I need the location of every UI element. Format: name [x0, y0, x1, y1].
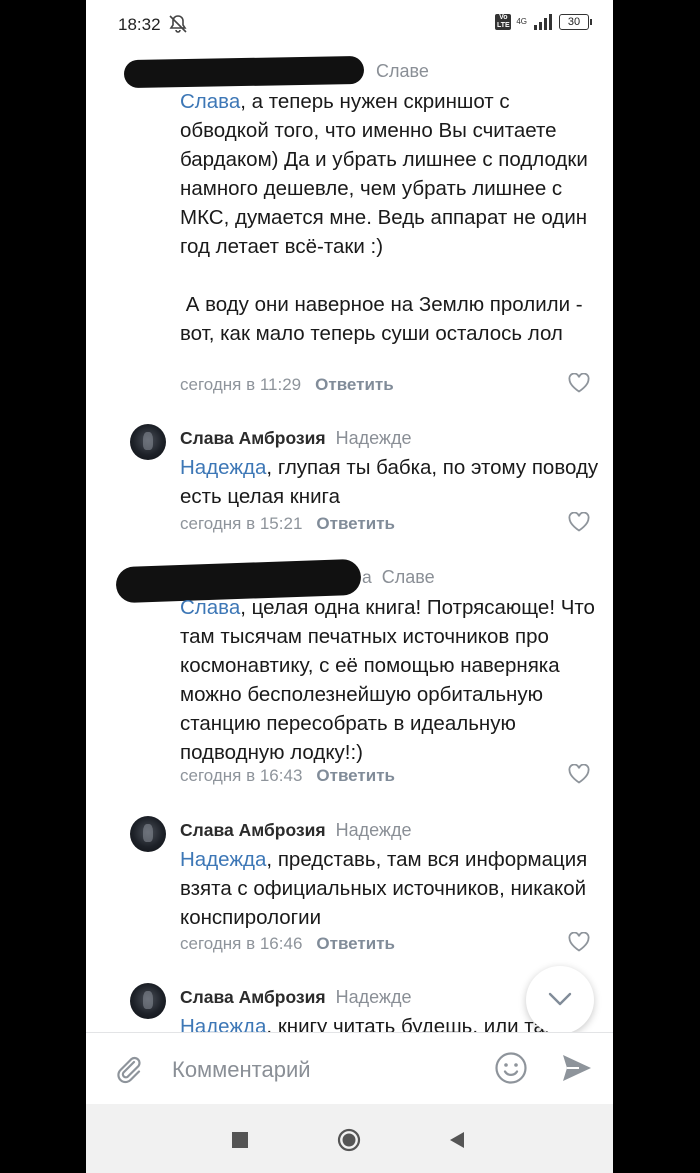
reply-button[interactable]: Ответить [316, 934, 395, 953]
mention-link[interactable]: Слава [180, 596, 240, 619]
status-bar: 18:32 Vo LTE 4G 30 [86, 0, 613, 50]
reply-to[interactable]: Славе [376, 61, 429, 81]
comment-meta: сегодня в 11:29 Ответить [180, 375, 394, 395]
comment-meta: сегодня в 16:43 Ответить [180, 766, 395, 786]
comment-author[interactable]: Слава Амброзия [180, 428, 326, 448]
comment-header: Слава Амброзия Надежде [180, 428, 411, 449]
nav-recents-icon[interactable] [232, 1132, 248, 1148]
avatar[interactable] [130, 816, 166, 852]
volte-badge: Vo LTE [495, 14, 512, 30]
reply-to[interactable]: Надежде [336, 428, 412, 448]
avatar[interactable] [130, 983, 166, 1019]
reply-button[interactable]: Ответить [315, 375, 394, 394]
comment-time: сегодня в 16:46 [180, 934, 303, 953]
comment-feed[interactable]: Славе Слава, а теперь нужен скриншот с о… [86, 50, 613, 1032]
comment-body: , а теперь нужен скриншот с обводкой тог… [180, 90, 588, 345]
comment-header: Слава Амброзия Надежде [180, 987, 411, 1008]
comment-header: а Славе [362, 567, 435, 588]
avatar[interactable] [130, 424, 166, 460]
comment-author[interactable]: Слава Амброзия [180, 987, 326, 1007]
status-time: 18:32 [118, 15, 161, 34]
signal-icon [534, 14, 552, 30]
phone-screen: 18:32 Vo LTE 4G 30 Славе Слава, а теперь… [86, 0, 613, 1173]
reply-to[interactable]: Славе [382, 567, 435, 587]
battery-icon: 30 [559, 14, 592, 30]
network-type: 4G [516, 17, 527, 26]
redacted-author [123, 55, 365, 89]
comment-body: , книгу читать будешь, или так [266, 1015, 554, 1032]
comment-header: Слава Амброзия Надежде [180, 820, 411, 841]
mute-icon [169, 15, 187, 33]
author-fragment: а [362, 567, 372, 587]
status-indicators: Vo LTE 4G 30 [495, 14, 592, 30]
reply-to[interactable]: Надежде [336, 820, 412, 840]
comment-input[interactable] [170, 1051, 484, 1089]
emoji-icon[interactable] [494, 1051, 528, 1085]
nav-home-icon[interactable] [337, 1128, 361, 1152]
attach-icon[interactable] [112, 1053, 144, 1085]
comment-header: Славе [376, 61, 429, 82]
comment-time: сегодня в 11:29 [180, 375, 302, 394]
comment-time: сегодня в 15:21 [180, 514, 303, 533]
like-icon[interactable] [568, 373, 590, 393]
comment-meta: сегодня в 15:21 Ответить [180, 514, 395, 534]
comment-text: Надежда, представь, там вся информация в… [180, 845, 600, 932]
mention-link[interactable]: Слава [180, 90, 240, 113]
reply-button[interactable]: Ответить [316, 766, 395, 785]
reply-to[interactable]: Надежде [336, 987, 412, 1007]
like-icon[interactable] [568, 512, 590, 532]
mention-link[interactable]: Надежда [180, 1015, 266, 1032]
comment-author[interactable]: Слава Амброзия [180, 820, 326, 840]
like-icon[interactable] [568, 764, 590, 784]
comment-text: Надежда, глупая ты бабка, по этому повод… [180, 453, 600, 511]
reply-button[interactable]: Ответить [316, 514, 395, 533]
like-icon[interactable] [568, 932, 590, 952]
scroll-down-button[interactable] [526, 966, 594, 1032]
nav-back-icon[interactable] [448, 1131, 466, 1149]
comment-meta: сегодня в 16:46 Ответить [180, 934, 395, 954]
comment-composer [86, 1032, 613, 1105]
comment-text: Слава, а теперь нужен скриншот с обводко… [180, 87, 600, 348]
mention-link[interactable]: Надежда [180, 456, 266, 479]
comment-text: Слава, целая одна книга! Потрясающе! Что… [180, 593, 600, 767]
comment-time: сегодня в 16:43 [180, 766, 303, 785]
send-icon[interactable] [560, 1051, 594, 1085]
mention-link[interactable]: Надежда [180, 848, 266, 871]
chevron-down-icon [548, 992, 572, 1006]
comment-body: , целая одна книга! Потрясающе! Что там … [180, 596, 601, 764]
system-nav-bar [86, 1104, 613, 1173]
